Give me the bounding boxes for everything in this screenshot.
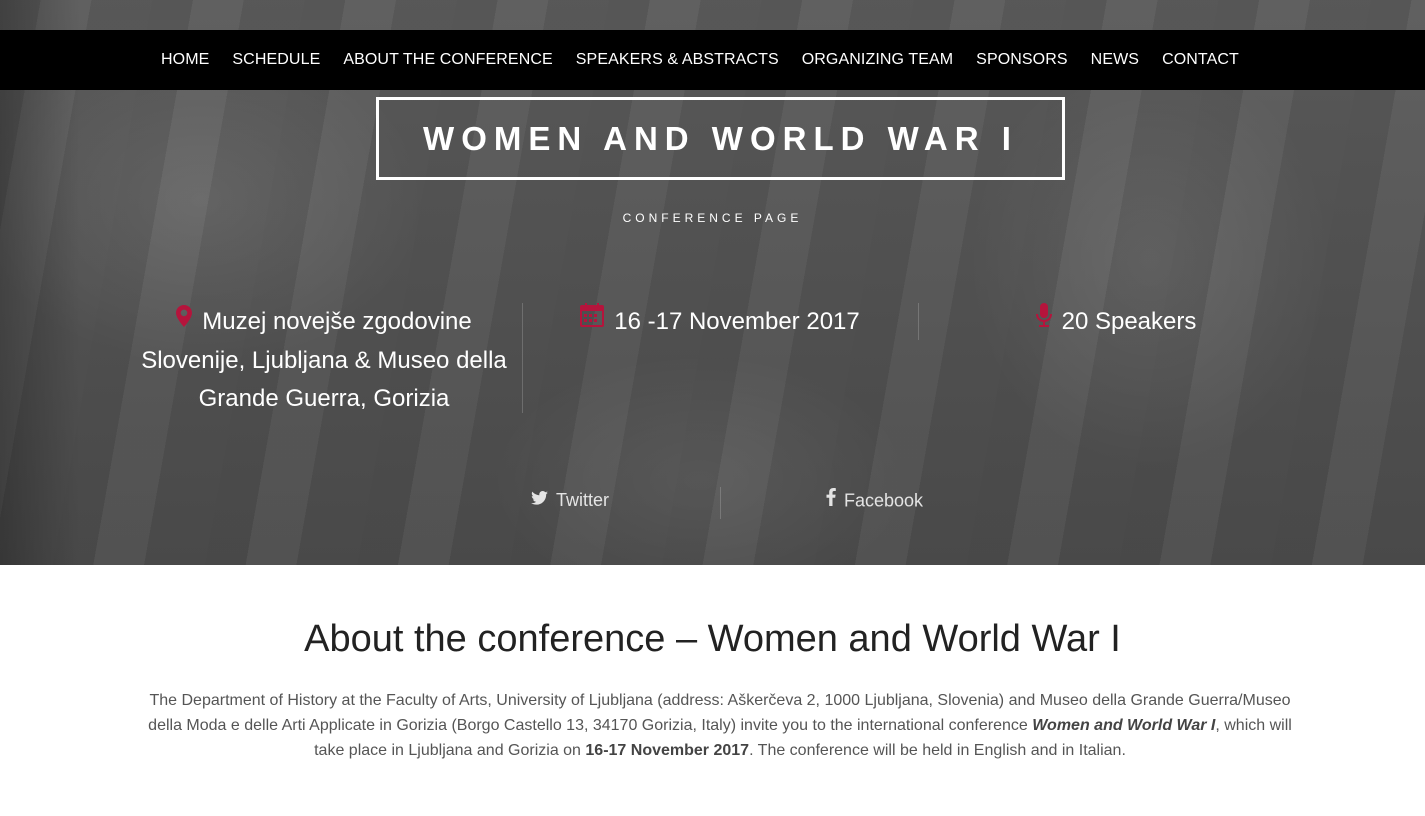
twitter-icon xyxy=(531,489,548,510)
main-nav: HOME SCHEDULE ABOUT THE CONFERENCE SPEAK… xyxy=(161,30,1262,90)
calendar-icon xyxy=(580,301,605,339)
nav-item-sponsors[interactable]: SPONSORS xyxy=(976,51,1068,69)
info-divider xyxy=(918,303,919,340)
hero-title: WOMEN AND WORLD WAR I xyxy=(423,119,1018,157)
facebook-icon xyxy=(826,488,836,511)
social-divider xyxy=(720,487,721,519)
microphone-icon xyxy=(1035,301,1052,339)
twitter-label: Twitter xyxy=(556,490,610,510)
hero-subtitle: CONFERENCE PAGE xyxy=(622,211,803,225)
hero-section: HOME SCHEDULE ABOUT THE CONFERENCE SPEAK… xyxy=(0,0,1425,565)
hero-title-box: WOMEN AND WORLD WAR I xyxy=(376,97,1065,180)
top-navbar: HOME SCHEDULE ABOUT THE CONFERENCE SPEAK… xyxy=(0,30,1425,90)
nav-item-contact[interactable]: CONTACT xyxy=(1162,51,1239,69)
about-text-part3: . The conference will be held in English… xyxy=(749,742,1126,759)
speakers-text: 20 Speakers xyxy=(1061,308,1197,335)
location-text: Muzej novejše zgodovine Slovenije, Ljubl… xyxy=(141,308,507,412)
about-dates: 16-17 November 2017 xyxy=(585,742,750,759)
nav-item-news[interactable]: NEWS xyxy=(1091,51,1139,69)
about-paragraph: The Department of History at the Faculty… xyxy=(135,688,1305,763)
nav-item-home[interactable]: HOME xyxy=(161,51,209,69)
map-marker-icon xyxy=(176,301,193,339)
info-location: Muzej novejše zgodovine Slovenije, Ljubl… xyxy=(136,303,512,418)
info-speakers: 20 Speakers xyxy=(928,301,1304,342)
facebook-link[interactable]: Facebook xyxy=(826,488,924,513)
twitter-link[interactable]: Twitter xyxy=(531,490,609,512)
info-dates: 16 -17 November 2017 xyxy=(532,301,908,342)
about-conference-name: Women and World War I xyxy=(1032,717,1216,734)
facebook-label: Facebook xyxy=(844,490,924,511)
nav-item-about[interactable]: ABOUT THE CONFERENCE xyxy=(343,51,552,69)
info-divider xyxy=(522,303,523,413)
nav-item-schedule[interactable]: SCHEDULE xyxy=(232,51,320,69)
nav-item-speakers[interactable]: SPEAKERS & ABSTRACTS xyxy=(576,51,779,69)
about-title: About the conference – Women and World W… xyxy=(304,618,1121,660)
dates-text: 16 -17 November 2017 xyxy=(614,308,860,335)
nav-item-team[interactable]: ORGANIZING TEAM xyxy=(802,51,953,69)
